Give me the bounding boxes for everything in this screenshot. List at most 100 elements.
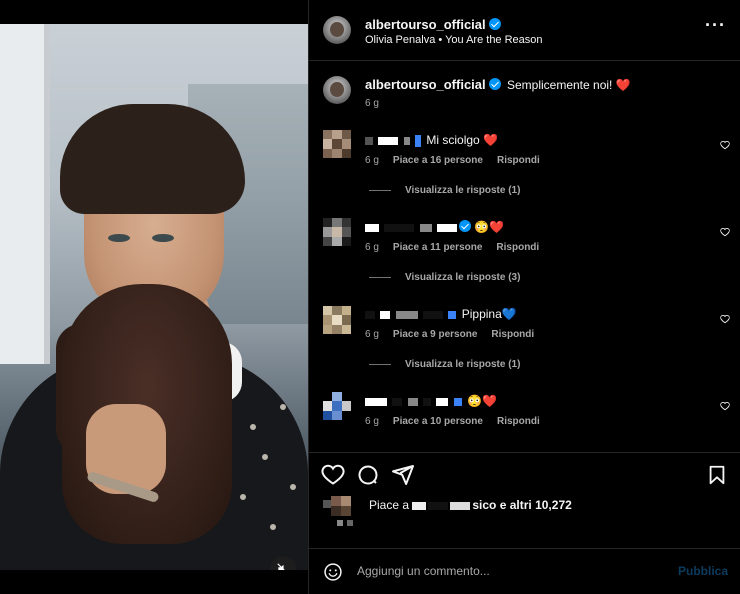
comment-emoji: 😳❤️ <box>474 220 505 234</box>
redacted-username <box>384 223 415 232</box>
emoji-icon[interactable] <box>323 562 343 582</box>
view-replies-button[interactable]: Visualizza le risposte (1) <box>369 359 520 370</box>
likers-avatars-pixelated[interactable] <box>323 496 363 530</box>
replies-line <box>369 189 391 191</box>
reply-button[interactable]: Rispondi <box>497 416 540 427</box>
bookmark-icon[interactable] <box>706 463 728 487</box>
redacted-username <box>450 501 471 510</box>
reply-button[interactable]: Rispondi <box>497 155 540 166</box>
commenter-avatar-pixelated[interactable] <box>323 306 351 334</box>
comment-input[interactable] <box>357 564 657 578</box>
caption-time: 6 g <box>365 98 379 109</box>
view-replies-button[interactable]: Visualizza le risposte (3) <box>369 272 520 283</box>
caption-author-avatar[interactable] <box>323 76 351 104</box>
comment-time: 6 g <box>365 416 379 427</box>
comment-meta: 6 g Piace a 16 persone Rispondi <box>365 155 540 166</box>
publish-button[interactable]: Pubblica <box>678 564 728 578</box>
author-username[interactable]: albertourso_official <box>365 17 486 32</box>
man-eye-left <box>108 234 130 242</box>
comment-time: 6 g <box>365 329 379 340</box>
redacted-username <box>415 134 422 147</box>
caption-author-username[interactable]: albertourso_official <box>365 77 486 92</box>
liker-name[interactable]: sico <box>472 498 496 512</box>
paint-speck <box>270 524 276 530</box>
comment-likes-count[interactable]: Piace a 11 persone <box>393 242 483 253</box>
caption-row: albertourso_official Semplicemente noi! … <box>365 77 631 92</box>
likes-others-count[interactable]: e altri 10,272 <box>500 498 572 512</box>
door-frame-edge <box>44 24 50 364</box>
commenter-avatar-pixelated[interactable] <box>323 218 351 246</box>
paint-speck <box>240 494 246 500</box>
comment-like-heart-icon[interactable] <box>720 314 730 324</box>
redacted-username <box>365 397 387 406</box>
paint-speck <box>250 424 256 430</box>
comment-meta: 6 g Piace a 11 persone Rispondi <box>365 242 539 253</box>
share-icon[interactable] <box>391 463 415 487</box>
replies-line <box>369 276 391 278</box>
comment-text-row: 😳❤️ <box>365 220 504 234</box>
comment-icon[interactable] <box>356 463 380 487</box>
more-options-icon[interactable]: ··· <box>705 16 726 34</box>
author-avatar[interactable] <box>323 16 351 44</box>
comment-text-row: Mi sciolgo ❤️ <box>365 133 498 147</box>
redacted-username <box>365 136 373 145</box>
redacted-username <box>378 136 399 145</box>
post-media-video[interactable] <box>0 24 308 570</box>
redacted-username <box>448 310 457 319</box>
replies-line <box>369 363 391 365</box>
redacted-username <box>437 223 458 232</box>
comment-text-row: Pippina💙 <box>365 307 517 321</box>
comment-text: Mi sciolgo <box>426 133 480 147</box>
comment-emoji: ❤️ <box>483 133 499 147</box>
redacted-username <box>428 501 449 510</box>
comment-like-heart-icon[interactable] <box>720 401 730 411</box>
paint-speck <box>290 484 296 490</box>
reply-button[interactable]: Rispondi <box>496 242 539 253</box>
redacted-username <box>380 310 391 319</box>
verified-badge-icon <box>488 78 501 90</box>
view-replies-label: Visualizza le risposte (1) <box>405 185 521 196</box>
comment-like-heart-icon[interactable] <box>720 227 730 237</box>
verified-badge-icon <box>459 220 472 232</box>
comment-meta: 6 g Piace a 9 persone Rispondi <box>365 329 534 340</box>
comment-time: 6 g <box>365 155 379 166</box>
paint-speck <box>280 404 286 410</box>
post-header: albertourso_official Olivia Penalva • Yo… <box>309 0 740 61</box>
door-frame <box>0 24 44 364</box>
commenter-avatar-pixelated[interactable] <box>323 392 351 420</box>
redacted-username <box>407 397 418 406</box>
comment-text: Pippina <box>461 307 502 321</box>
post-details-panel: albertourso_official Olivia Penalva • Yo… <box>309 0 740 594</box>
redacted-username <box>453 397 462 406</box>
reply-button[interactable]: Rispondi <box>491 329 534 340</box>
redacted-username <box>423 310 444 319</box>
comment-likes-count[interactable]: Piace a 16 persone <box>393 155 483 166</box>
redacted-username <box>436 397 449 406</box>
comment-likes-count[interactable]: Piace a 9 persone <box>393 329 478 340</box>
heart-icon[interactable] <box>321 463 345 487</box>
comment-emoji: 😳❤️ <box>467 394 497 408</box>
verified-badge-icon <box>488 18 501 30</box>
audio-track[interactable]: Olivia Penalva • You Are the Reason <box>365 34 543 46</box>
redacted-username <box>423 397 432 406</box>
commenter-avatar-pixelated[interactable] <box>323 130 351 158</box>
comment-like-heart-icon[interactable] <box>720 140 730 150</box>
view-replies-label: Visualizza le risposte (3) <box>405 272 521 283</box>
comment-time: 6 g <box>365 242 379 253</box>
caption-emoji: ❤️ <box>615 78 631 92</box>
speaker-muted-icon <box>277 563 285 570</box>
author-name-row: albertourso_official <box>365 16 501 34</box>
comment-meta: 6 g Piace a 10 persone Rispondi <box>365 416 540 427</box>
comment-likes-count[interactable]: Piace a 10 persone <box>393 416 483 427</box>
redacted-username <box>365 310 375 319</box>
caption-text: Semplicemente noi! <box>506 78 613 92</box>
comment-emoji: 💙 <box>501 307 517 321</box>
paint-speck <box>262 454 268 460</box>
likes-prefix: Piace a <box>369 498 410 512</box>
view-replies-label: Visualizza le risposte (1) <box>405 359 521 370</box>
redacted-username <box>403 136 410 145</box>
redacted-username <box>392 397 403 406</box>
redacted-username <box>395 310 418 319</box>
view-replies-button[interactable]: Visualizza le risposte (1) <box>369 185 520 196</box>
redacted-username <box>365 223 379 232</box>
